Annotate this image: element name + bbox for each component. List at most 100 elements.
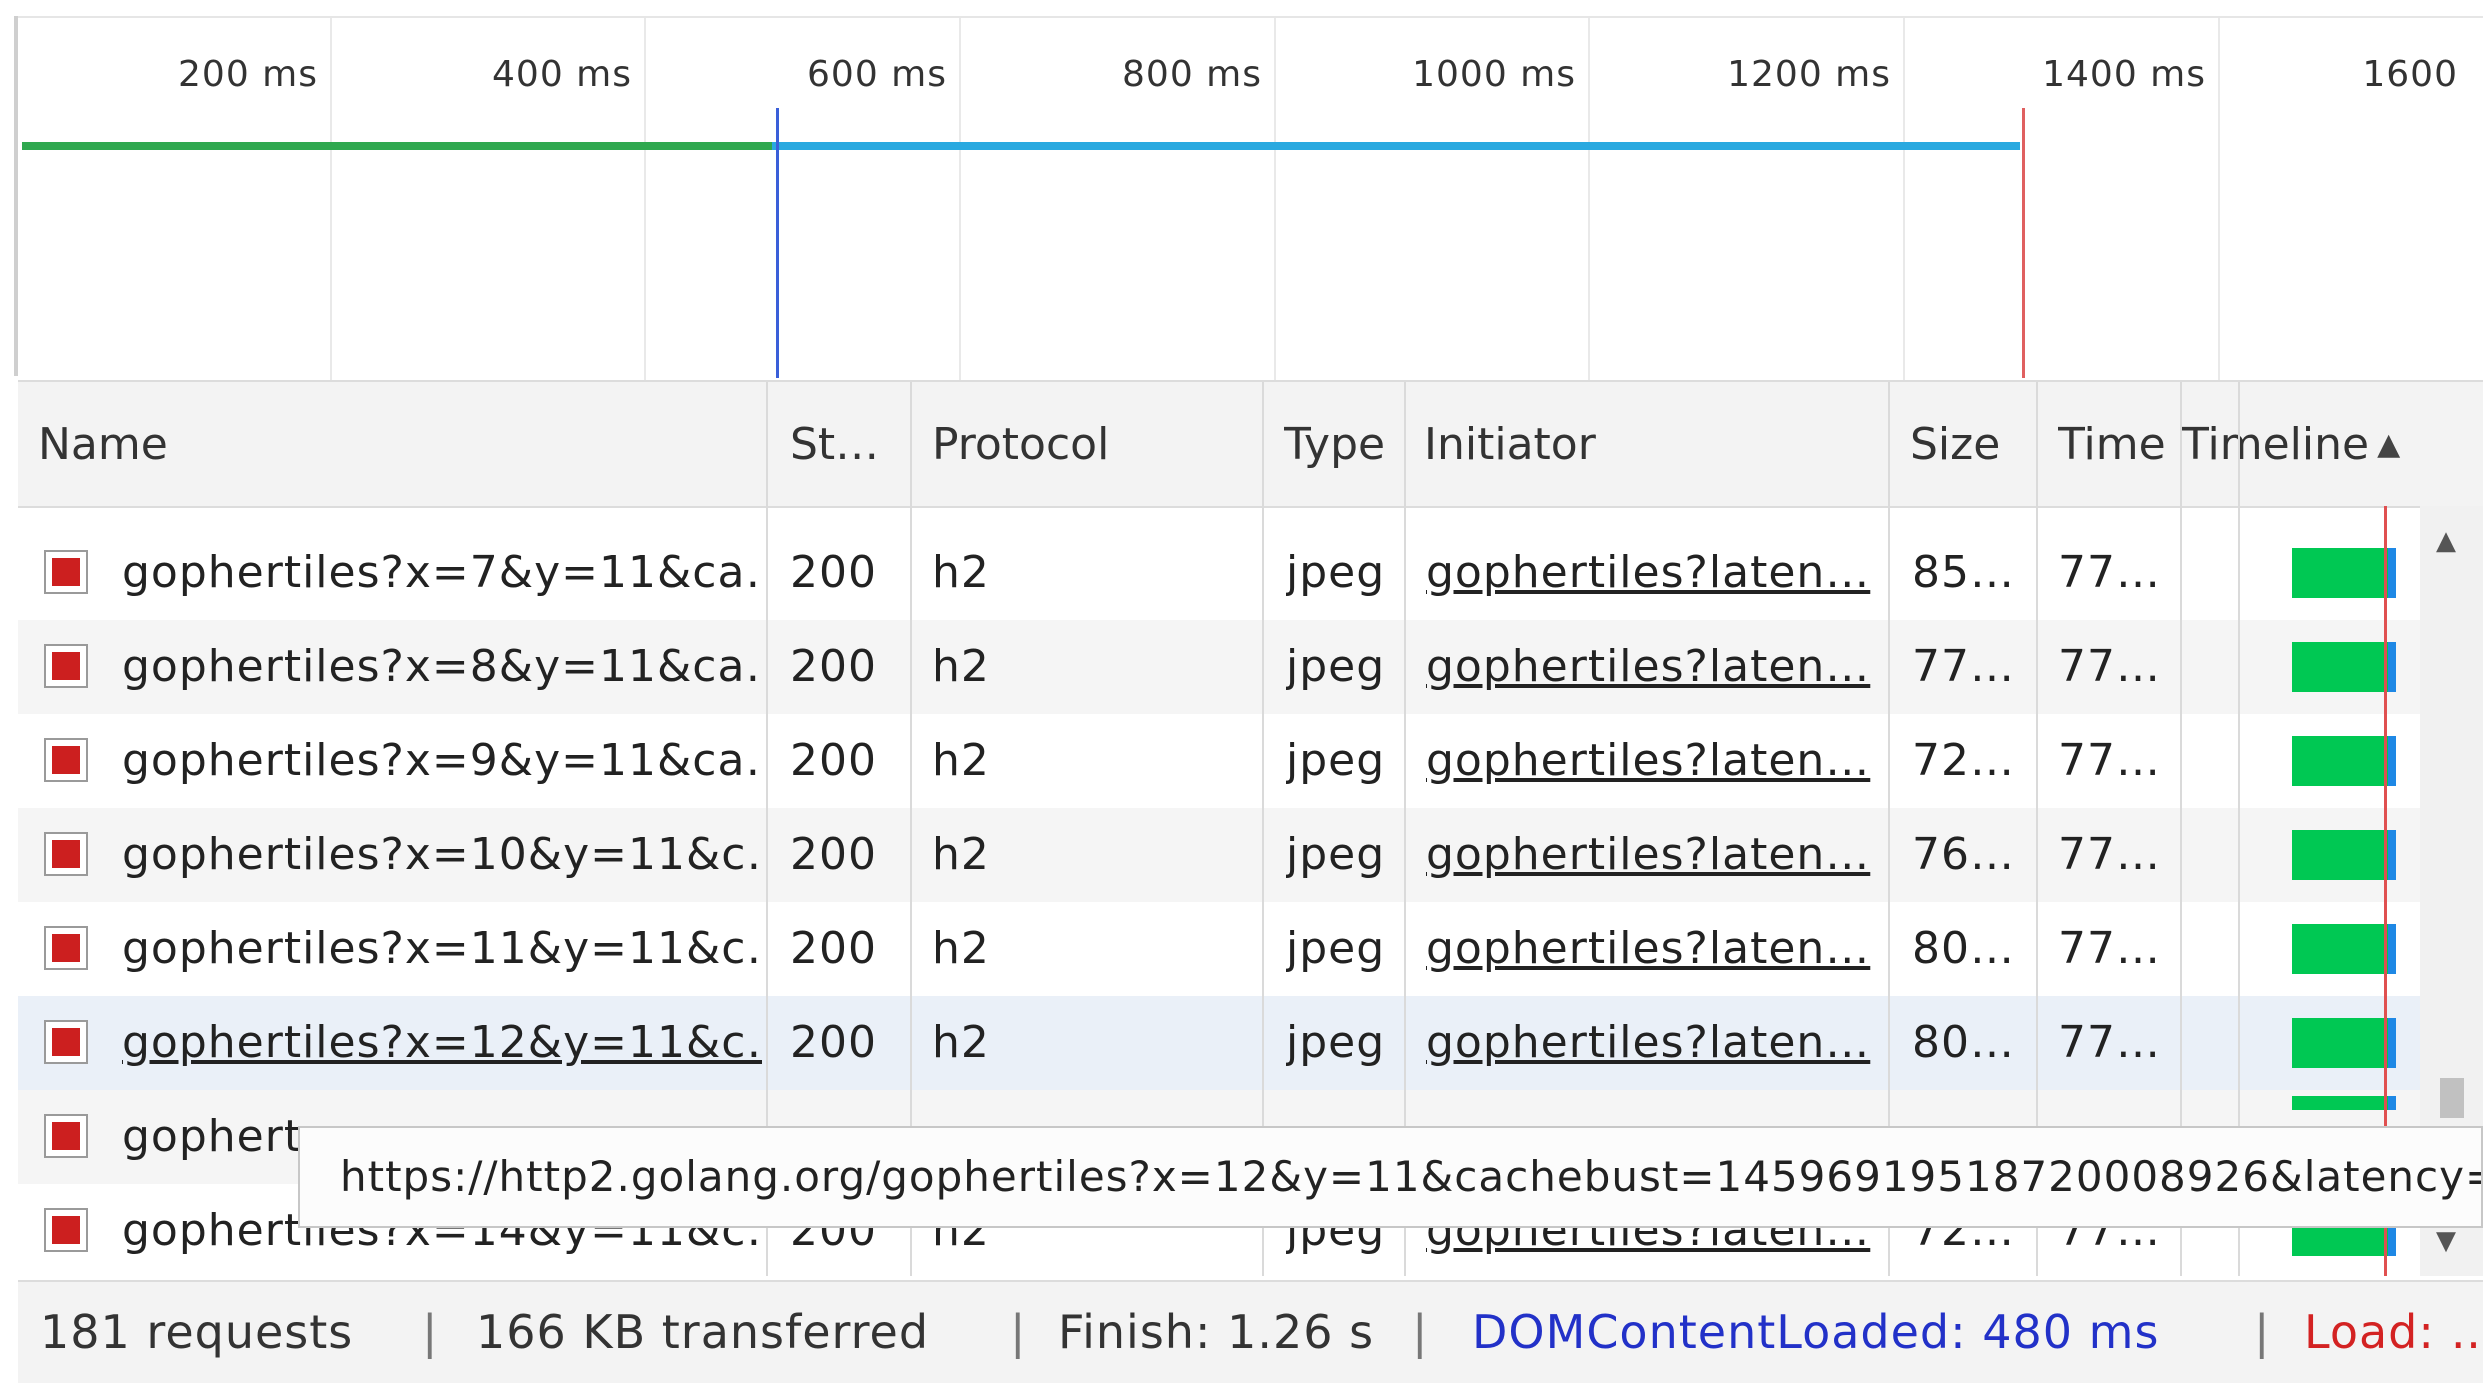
column-header-type[interactable]: Type <box>1284 382 1414 506</box>
request-type: jpeg <box>1286 641 1386 692</box>
image-file-icon <box>44 550 88 594</box>
column-divider <box>2238 382 2240 506</box>
overview-tick: 1000 ms <box>1412 54 1576 95</box>
waterfall-bar <box>2292 736 2396 786</box>
request-time: 77… <box>2058 829 2161 880</box>
column-header-initiator[interactable]: Initiator <box>1424 382 1894 506</box>
request-time: 77… <box>2058 547 2161 598</box>
request-initiator-link[interactable]: gophertiles?laten… <box>1426 714 1886 808</box>
request-name[interactable]: gophertiles?x=12&y=11&c… <box>122 996 762 1090</box>
table-row[interactable]: gophertiles?x=10&y=11&c… 200 h2 jpeg gop… <box>18 808 2438 902</box>
overview-gridline <box>959 18 961 381</box>
column-header-timeline-label: Timeline <box>2182 418 2370 470</box>
request-size: 80… <box>1912 923 2015 974</box>
waterfall-bar <box>2292 830 2396 880</box>
overview-gridline <box>1903 18 1905 381</box>
overview-tick: 800 ms <box>1122 54 1262 95</box>
summary-separator: | <box>2254 1305 2271 1359</box>
column-header-size[interactable]: Size <box>1910 382 2040 506</box>
waterfall-bar <box>2292 924 2396 974</box>
transferred-size: 166 KB transferred <box>476 1305 930 1359</box>
request-initiator-link[interactable]: gophertiles?laten… <box>1426 996 1886 1090</box>
request-initiator-link[interactable]: gophertiles?laten… <box>1426 526 1886 620</box>
request-status: 200 <box>790 641 877 692</box>
table-row[interactable]: gophertiles?x=9&y=11&ca… 200 h2 jpeg gop… <box>18 714 2438 808</box>
column-header-timeline[interactable]: Timeline ▲ <box>2182 382 2442 506</box>
request-type: jpeg <box>1286 829 1386 880</box>
request-type: jpeg <box>1286 1017 1386 1068</box>
waterfall-bar <box>2292 1096 2396 1110</box>
load-marker <box>2022 108 2025 378</box>
request-protocol: h2 <box>932 735 990 786</box>
waterfall-bar <box>2292 642 2396 692</box>
image-file-icon <box>44 832 88 876</box>
table-row[interactable]: gophertiles?x=11&y=11&c… 200 h2 jpeg gop… <box>18 902 2438 996</box>
request-protocol: h2 <box>932 547 990 598</box>
request-protocol: h2 <box>932 1017 990 1068</box>
table-row[interactable]: gophertiles?x=8&y=11&ca… 200 h2 jpeg gop… <box>18 620 2438 714</box>
request-name[interactable]: gophertiles?x=9&y=11&ca… <box>122 714 762 808</box>
request-initiator-link[interactable]: gophertiles?laten… <box>1426 808 1886 902</box>
summary-separator: | <box>1010 1305 1027 1359</box>
request-initiator-link[interactable]: gophertiles?laten… <box>1426 620 1886 714</box>
status-summary-bar: 181 requests | 166 KB transferred | Fini… <box>18 1280 2483 1383</box>
request-time: 77… <box>2058 735 2161 786</box>
request-table-header: Name St… Protocol Type Initiator Size Ti… <box>18 380 2483 508</box>
scroll-up-arrow-icon[interactable]: ▲ <box>2436 526 2456 556</box>
request-status: 200 <box>790 1017 877 1068</box>
scroll-down-arrow-icon[interactable]: ▼ <box>2436 1226 2456 1256</box>
column-divider[interactable] <box>766 382 768 506</box>
image-file-icon <box>44 1208 88 1252</box>
summary-separator: | <box>422 1305 439 1359</box>
request-type: jpeg <box>1286 735 1386 786</box>
scrollbar-thumb[interactable] <box>2440 1078 2464 1118</box>
request-status: 200 <box>790 735 877 786</box>
column-header-status[interactable]: St… <box>790 382 922 506</box>
overview-tick: 1600 <box>2362 54 2458 95</box>
request-status: 200 <box>790 923 877 974</box>
table-row[interactable]: gophertiles?x=7&y=11&ca… 200 h2 jpeg gop… <box>18 526 2438 620</box>
summary-separator: | <box>1412 1305 1429 1359</box>
table-row-hovered[interactable]: gophertiles?x=12&y=11&c… 200 h2 jpeg gop… <box>18 996 2438 1090</box>
request-name[interactable]: gophertiles?x=8&y=11&ca… <box>122 620 762 714</box>
column-divider[interactable] <box>2036 382 2038 506</box>
request-protocol: h2 <box>932 641 990 692</box>
request-time: 77… <box>2058 923 2161 974</box>
overview-tick: 1200 ms <box>1727 54 1891 95</box>
image-file-icon <box>44 738 88 782</box>
overview-download-bar <box>772 142 2020 150</box>
column-divider[interactable] <box>1262 382 1264 506</box>
request-size: 76… <box>1912 829 2015 880</box>
overview-tick: 600 ms <box>807 54 947 95</box>
overview-gridline <box>644 18 646 381</box>
request-time: 77… <box>2058 1017 2161 1068</box>
url-tooltip: https://http2.golang.org/gophertiles?x=1… <box>298 1126 2483 1228</box>
request-name[interactable]: gophertiles?x=11&y=11&c… <box>122 902 762 996</box>
column-header-time[interactable]: Time <box>2058 382 2178 506</box>
request-initiator-link[interactable]: gophertiles?laten… <box>1426 902 1886 996</box>
image-file-icon <box>44 644 88 688</box>
column-header-name[interactable]: Name <box>38 382 778 506</box>
overview-tick: 400 ms <box>492 54 632 95</box>
load-time: Load: … <box>2304 1305 2483 1359</box>
timeline-overview[interactable]: 200 ms 400 ms 600 ms 800 ms 1000 ms 1200… <box>18 16 2483 381</box>
request-name[interactable]: gophertiles?x=10&y=11&c… <box>122 808 762 902</box>
request-count: 181 requests <box>40 1305 354 1359</box>
image-file-icon <box>44 1020 88 1064</box>
column-divider[interactable] <box>1404 382 1406 506</box>
request-status: 200 <box>790 547 877 598</box>
column-divider[interactable] <box>910 382 912 506</box>
waterfall-bar <box>2292 1018 2396 1068</box>
domcontentloaded-time: DOMContentLoaded: 480 ms <box>1472 1305 2160 1359</box>
request-size: 85… <box>1912 547 2015 598</box>
network-panel: 200 ms 400 ms 600 ms 800 ms 1000 ms 1200… <box>0 0 2483 1383</box>
column-header-protocol[interactable]: Protocol <box>932 382 1262 506</box>
request-status: 200 <box>790 829 877 880</box>
request-time: 77… <box>2058 641 2161 692</box>
request-name[interactable]: gophertiles?x=7&y=11&ca… <box>122 526 762 620</box>
request-size: 72… <box>1912 735 2015 786</box>
request-type: jpeg <box>1286 547 1386 598</box>
finish-time: Finish: 1.26 s <box>1058 1305 1375 1359</box>
column-divider[interactable] <box>1888 382 1890 506</box>
overview-tick: 200 ms <box>178 54 318 95</box>
